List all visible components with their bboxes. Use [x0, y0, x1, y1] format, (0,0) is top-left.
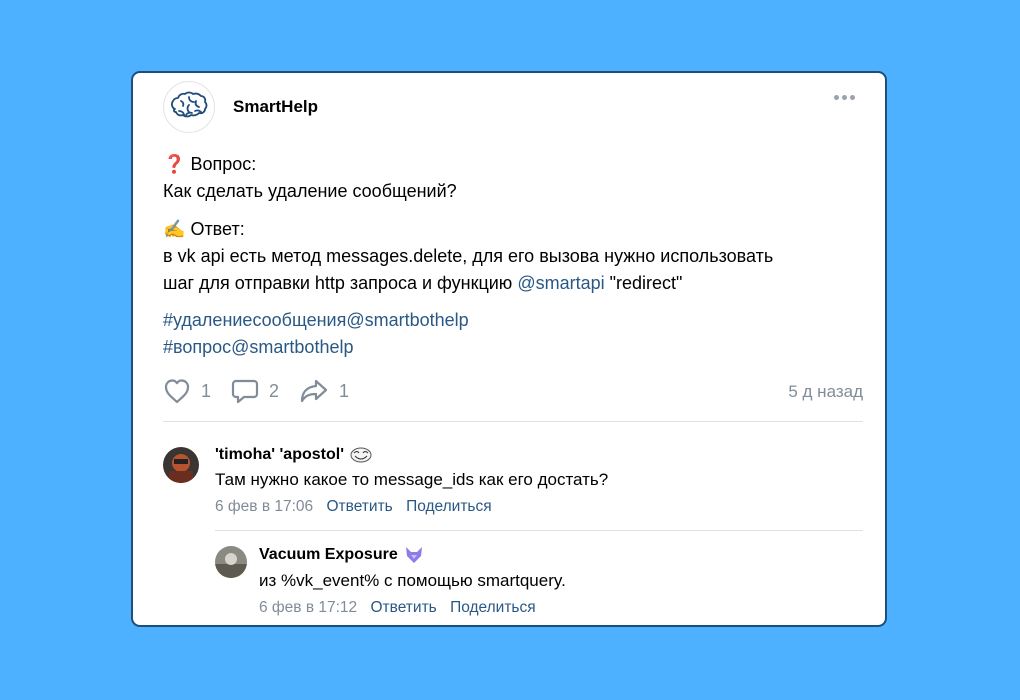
fox-icon: [405, 547, 422, 563]
answer-line: ✍️ Ответ:: [163, 216, 863, 243]
reply-comment: Vacuum Exposure из %vk_event% с помощью …: [215, 546, 863, 616]
comment-icon: [231, 379, 259, 404]
comment-author-name[interactable]: 'timoha' 'apostol': [215, 446, 344, 464]
comment-text: из %vk_event% с помощью smartquery.: [259, 571, 566, 590]
author-avatar[interactable]: [163, 81, 215, 133]
hashtag-link[interactable]: #удалениесообщения@smartbothelp: [163, 310, 469, 330]
share-button[interactable]: 1: [299, 378, 349, 404]
hashtag-link[interactable]: #вопрос@smartbothelp: [163, 337, 353, 357]
post-author-name[interactable]: SmartHelp: [233, 97, 318, 117]
divider: [163, 421, 863, 422]
share-count: 1: [339, 380, 350, 401]
brain-logo-icon: [171, 91, 208, 118]
like-button[interactable]: 1: [163, 378, 211, 404]
more-options-button[interactable]: [834, 95, 855, 100]
post-actions: 1 2 1 5 д назад: [163, 376, 863, 406]
avatar: [163, 447, 199, 483]
comment-date[interactable]: 6 фев в 17:12: [259, 599, 357, 616]
answer-text-line-2: шаг для отправки http запроса и функцию …: [163, 270, 863, 297]
heart-icon: [164, 379, 190, 404]
comment-count: 2: [269, 380, 280, 401]
comment-author-avatar[interactable]: [163, 447, 199, 483]
comment-button[interactable]: 2: [231, 378, 279, 404]
comment-author: Vacuum Exposure: [259, 545, 566, 565]
post-date[interactable]: 5 д назад: [788, 382, 863, 402]
answer-text-line-1: в vk api есть метод messages.delete, для…: [163, 246, 774, 266]
comment-body: Vacuum Exposure из %vk_event% с помощью …: [259, 545, 566, 617]
question-text: Как сделать удаление сообщений?: [163, 181, 457, 201]
mention-link[interactable]: @smartapi: [517, 273, 604, 293]
answer-label: Ответ:: [190, 219, 245, 239]
divider: [215, 530, 863, 531]
post-text: ❓ Вопрос: Как сделать удаление сообщений…: [163, 151, 863, 361]
avatar: [215, 546, 247, 578]
post-header: SmartHelp: [163, 79, 318, 135]
comment-author-avatar[interactable]: [215, 546, 247, 578]
comment-author: 'timoha' 'apostol': [215, 446, 608, 464]
comment-body: 'timoha' 'apostol' Там нужно какое то me…: [215, 446, 608, 516]
comment-meta: 6 фев в 17:06 Ответить Поделиться: [215, 498, 608, 516]
red-question-mark-icon: ❓: [163, 154, 186, 174]
reply-button[interactable]: Ответить: [326, 498, 392, 515]
comment-meta: 6 фев в 17:12 Ответить Поделиться: [259, 599, 566, 617]
question-line: ❓ Вопрос:: [163, 151, 863, 178]
comment: 'timoha' 'apostol' Там нужно какое то me…: [163, 446, 863, 527]
post-card: SmartHelp ❓ Вопрос: Как сделать удаление…: [131, 71, 887, 627]
share-comment-button[interactable]: Поделиться: [406, 498, 492, 515]
answer-text-prefix: шаг для отправки http запроса и функцию: [163, 273, 518, 293]
answer-text-suffix: "redirect": [604, 273, 683, 293]
question-label: Вопрос:: [190, 154, 257, 174]
dot-icon: [850, 95, 855, 100]
comment-text: Там нужно какое то message_ids как его д…: [215, 470, 609, 489]
dot-icon: [842, 95, 847, 100]
comment-date[interactable]: 6 фев в 17:06: [215, 498, 313, 515]
reply-button[interactable]: Ответить: [370, 599, 436, 616]
writing-hand-icon: ✍️: [163, 219, 186, 239]
dot-icon: [834, 95, 839, 100]
share-arrow-icon: [300, 379, 328, 403]
comment-author-name[interactable]: Vacuum Exposure: [259, 546, 398, 564]
like-count: 1: [201, 380, 212, 401]
share-comment-button[interactable]: Поделиться: [450, 599, 536, 616]
hashtags: #удалениесообщения@smartbothelp #вопрос@…: [163, 307, 863, 361]
troll-face-icon: [350, 447, 372, 463]
